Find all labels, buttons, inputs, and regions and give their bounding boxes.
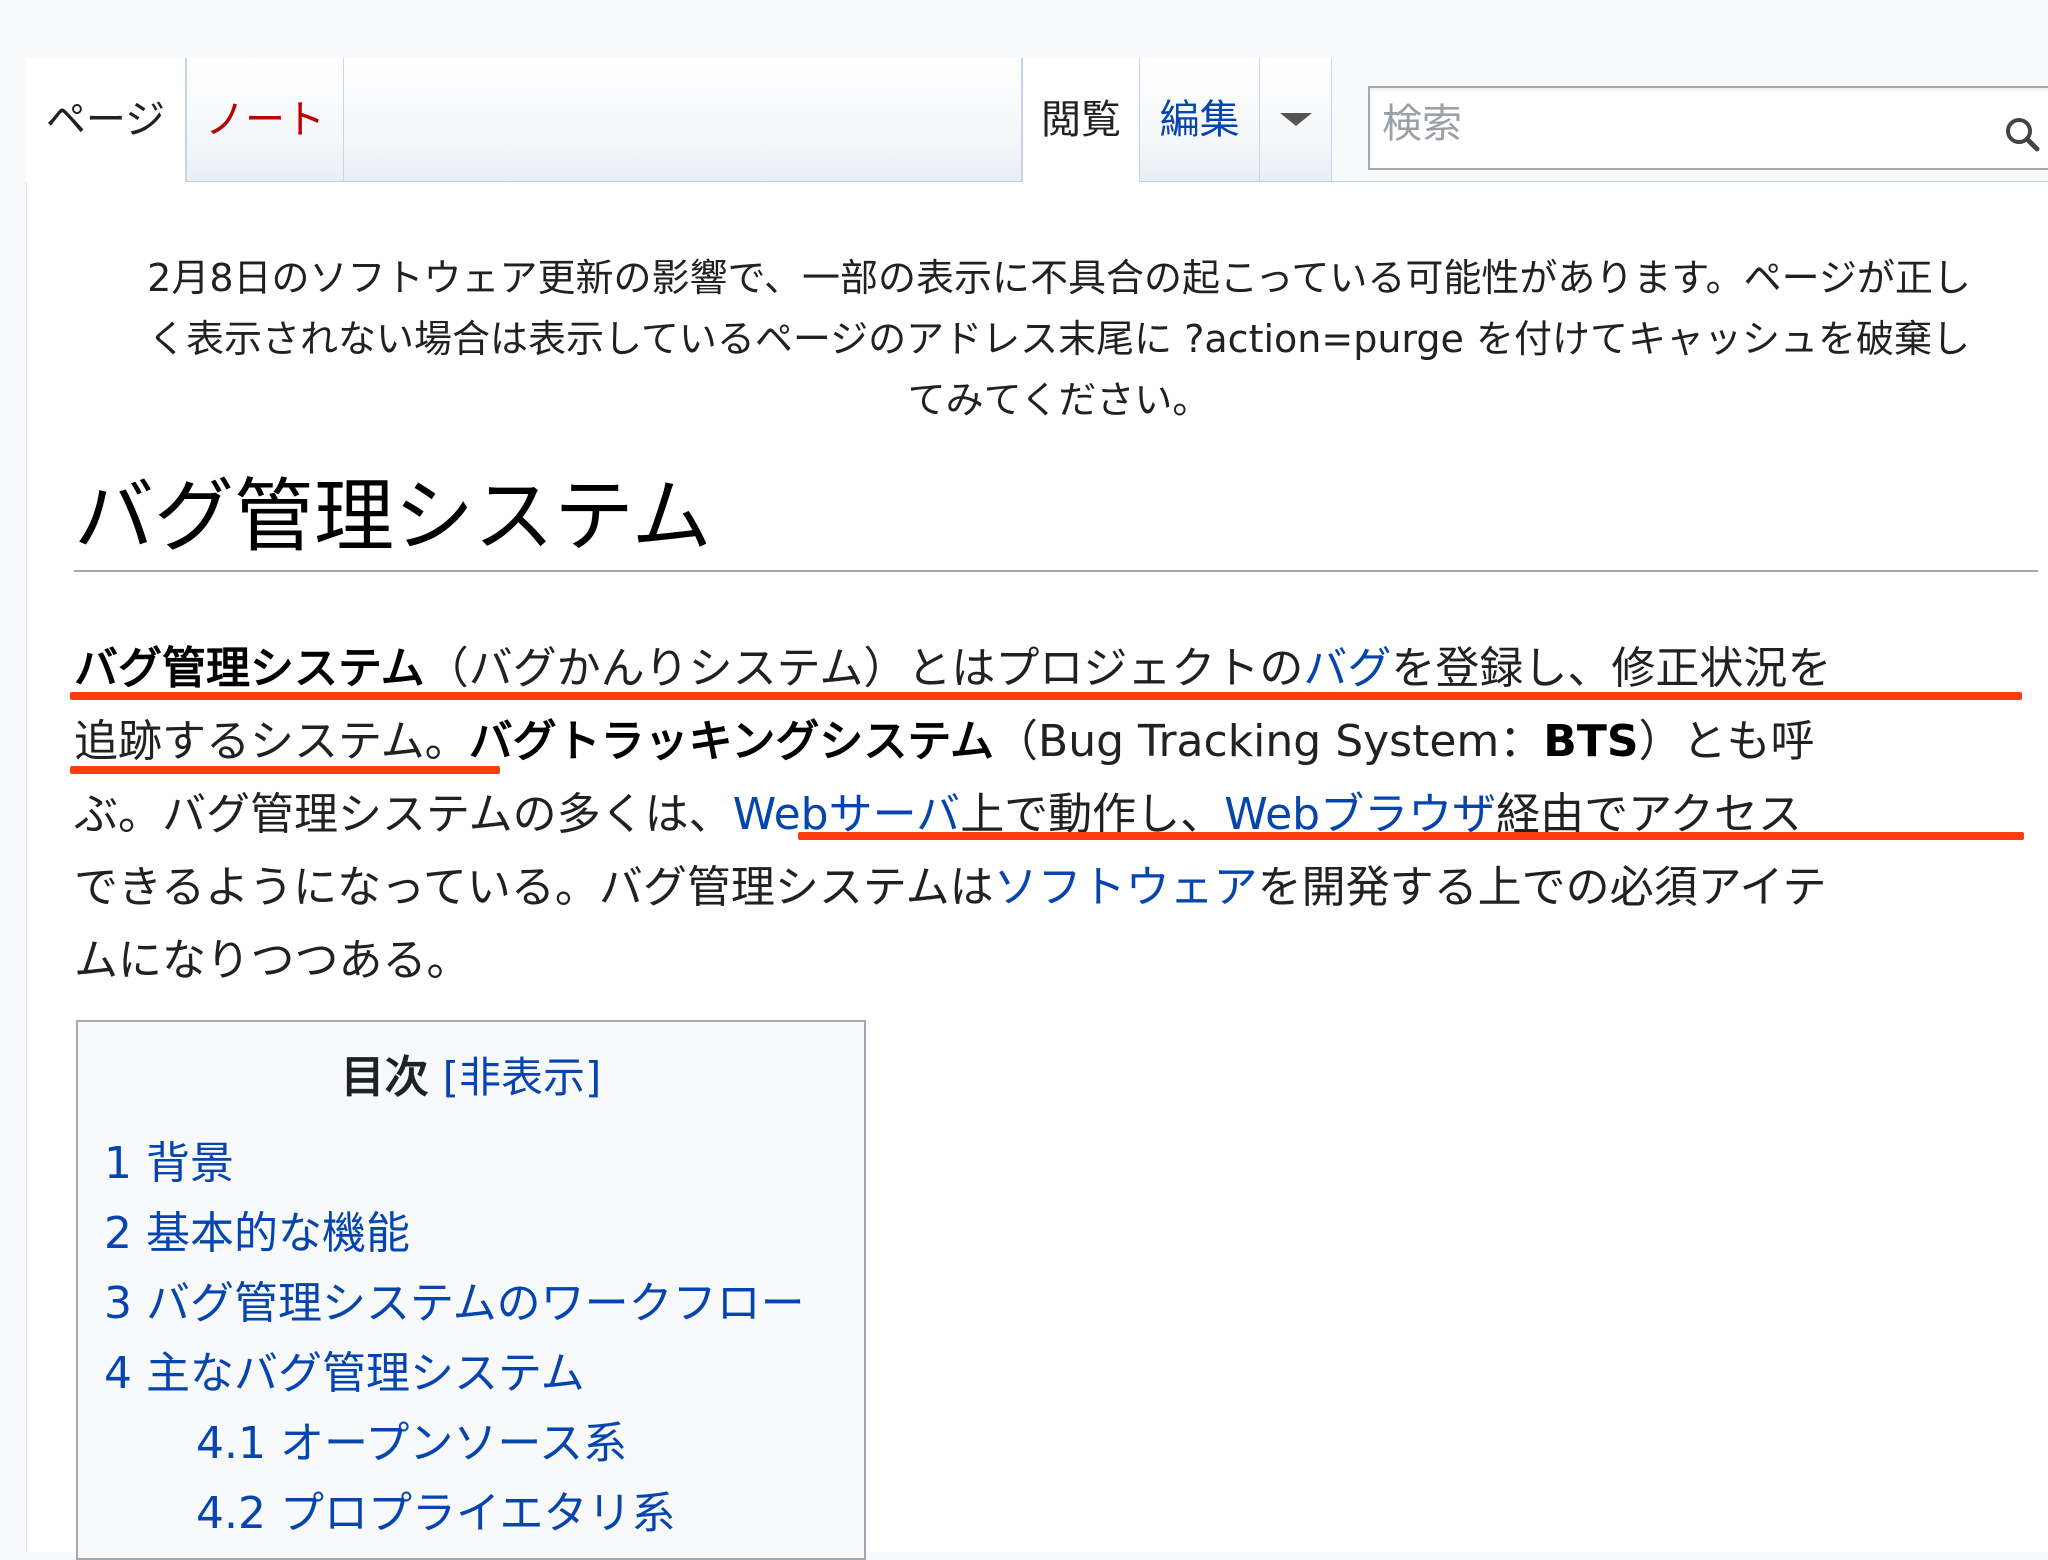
term-bold: バグ管理システム [74,643,425,694]
tab-talk-label: ノート [205,96,325,143]
toc-item-label: プロプライエタリ系 [279,1488,676,1539]
link-bug[interactable]: バグ [1303,643,1391,694]
intro-text: （バグかんりシステム）とはプロジェクトの [424,643,1304,694]
toc-item-number: 4.2 [196,1488,266,1539]
link-software[interactable]: ソフトウェア [994,862,1258,913]
tab-read[interactable]: 閲覧 [1022,58,1140,182]
toc-item[interactable]: 2 基本的な機能 [104,1212,410,1256]
tab-page[interactable]: ページ [26,58,186,182]
search-input[interactable] [1382,94,1962,154]
intro-paragraph: バグ管理システム（バグかんりシステム）とはプロジェクトのバグを登録し、修正状況を… [74,632,2034,997]
toc-item-label: オープンソース系 [279,1418,628,1469]
toc-subitem[interactable]: 4.2 プロプライエタリ系 [196,1492,676,1536]
intro-text: （Bug Tracking System： [994,716,1544,767]
dropdown-arrow-icon [1279,113,1312,126]
toc-item-label: 背景 [146,1138,234,1189]
toc-subitem[interactable]: 4.1 オープンソース系 [196,1422,627,1466]
tab-page-label: ページ [45,97,166,143]
tab-edit-label: 編集 [1159,96,1240,143]
more-actions-menu[interactable] [1260,58,1332,182]
intro-text: 追跡するシステム。 [74,716,469,767]
toc-item-number: 4 [104,1348,132,1399]
term-bold: バグトラッキングシステム [468,716,995,767]
emphasis-underline [70,692,2022,700]
emphasis-underline [70,766,500,774]
toc-item-number: 2 [104,1208,132,1259]
site-notice: 2月8日のソフトウェア更新の影響で、一部の表示に不具合の起こっている可能性があり… [74,248,2044,431]
tab-read-label: 閲覧 [1041,97,1121,143]
toc-item-label: 主なバグ管理システム [146,1348,585,1399]
toc-item-label: バグ管理システムのワークフロー [146,1278,805,1329]
search-box[interactable] [1368,86,2048,170]
site-notice-line: く表示されない場合は表示しているページのアドレス末尾に ?action=purg… [148,317,1970,361]
site-notice-line: 2月8日のソフトウェア更新の影響で、一部の表示に不具合の起こっている可能性があり… [147,256,1971,300]
search-icon[interactable] [2004,116,2040,152]
toc-hide-toggle[interactable]: [非表示] [443,1053,602,1102]
toc-item[interactable]: 4 主なバグ管理システム [104,1352,585,1396]
site-notice-line: てみてください。 [907,378,1211,422]
intro-text: を登録し、修正状況を [1391,643,1832,694]
toc-header: 目次 [非表示] [78,1056,864,1100]
tab-talk[interactable]: ノート [186,58,344,182]
page-title: バグ管理システム [74,470,712,563]
tab-edit[interactable]: 編集 [1140,58,1260,182]
emphasis-underline [798,832,2024,840]
toc-item-label: 基本的な機能 [146,1208,410,1259]
toc-item-number: 3 [104,1278,132,1329]
toc-item[interactable]: 1 背景 [104,1142,234,1186]
toc-item[interactable]: 3 バグ管理システムのワークフロー [104,1282,805,1326]
term-bold: BTS [1543,716,1639,767]
intro-text: を開発する上での必須アイテ [1257,862,1827,913]
intro-text: ムになりつつある。 [74,935,471,986]
toc-item-number: 1 [104,1138,132,1189]
toc-title: 目次 [340,1052,429,1103]
toc-item-number: 4.1 [196,1418,266,1469]
tab-bar-spacer [344,58,1022,182]
table-of-contents: 目次 [非表示] 1 背景 2 基本的な機能 3 バグ管理システムのワークフロー… [76,1020,866,1560]
intro-text: ）とも呼 [1638,716,1815,767]
intro-text: ぶ。バグ管理システムの多くは、 [74,789,733,840]
intro-text: できるようになっている。バグ管理システムは [74,862,994,913]
title-divider [74,570,2038,572]
